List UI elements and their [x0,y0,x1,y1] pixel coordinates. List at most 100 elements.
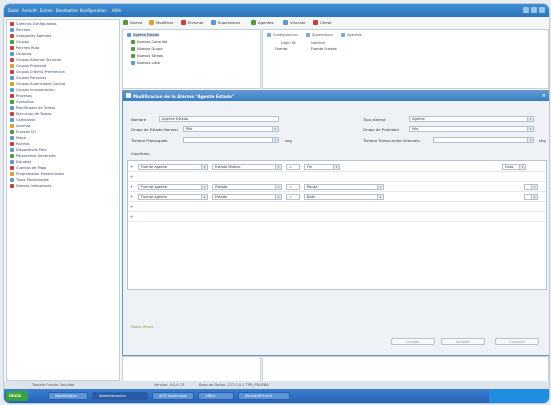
clear-button[interactable]: Limpiar [391,338,435,345]
taskbar-item[interactable]: Microsoft Excel [238,392,290,400]
close-button[interactable] [539,7,545,13]
sidebar-item[interactable]: Tipos Monitorados [10,178,49,182]
sidebar-item[interactable]: Alarmas [10,124,31,128]
menu-bearbeiten[interactable]: Bearbeiten [56,8,78,13]
name-input[interactable]: Agente Estado [159,116,279,122]
add-condition-icon[interactable]: + [130,184,133,189]
attribute-select[interactable]: Estado ▾ [212,194,282,200]
attribute-select[interactable]: Estado ▾ [212,184,282,190]
supervision-button[interactable]: Supervision [211,20,240,25]
menu-extras[interactable]: Extras [40,8,53,13]
field-select[interactable]: Fuente agente ▾ [138,184,208,190]
sidebar-item[interactable]: Usuarios [10,52,32,56]
add-condition-icon[interactable]: + [130,214,133,219]
value-select[interactable]: Pausa ▾ [304,184,384,190]
sidebar-item[interactable]: Programador Instalaciones [10,172,64,176]
menu-datei[interactable]: Datei [8,8,19,13]
dialog-close-icon[interactable]: × [542,93,546,99]
taskbar-item[interactable]: WorkStation [48,392,88,400]
row-select[interactable]: ▾ [524,184,538,190]
dialog-tabs[interactable]: Datos Filtros [131,325,153,329]
close-toolbar-button[interactable]: Cerrar [313,20,332,25]
sidebar-item[interactable]: Grupos Alarmas Tecnicas [10,58,61,62]
sidebar-item[interactable]: Puertos [10,142,30,146]
column-header-login[interactable]: Login ID [281,41,296,45]
add-condition-icon[interactable]: + [130,164,133,169]
attribute-select[interactable]: Estado Motivo ▾ [212,164,282,170]
sidebar-item[interactable]: Enlaces I/O [10,130,36,134]
link-button[interactable]: Vincular [283,20,305,25]
accept-button[interactable]: Aceptar [441,338,485,345]
add-condition-icon[interactable]: + [130,194,133,199]
group-select[interactable]: Mid ▾ [183,126,279,132]
sidebar-item[interactable]: Mapa [10,136,26,140]
elapsed-time-input[interactable]: ⇕ [433,137,534,143]
taskbar-item[interactable]: Administracion [92,392,148,400]
spinner-icon[interactable]: ⇕ [272,138,278,142]
delete-button[interactable]: Eliminar [181,20,204,25]
type-select[interactable]: Agente ▾ [409,116,534,122]
sidebar-item[interactable]: Nuevos Indicadores [10,184,51,188]
sidebar-item[interactable]: Caminos Configurados [10,22,57,26]
cancel-button[interactable]: Cancelar [495,338,539,345]
add-condition-icon[interactable]: + [130,174,133,179]
agents-tab[interactable]: Agentes [347,33,362,37]
taskbar-item[interactable]: ACD Supervisor [152,392,194,400]
sidebar-item[interactable]: Parches Ruta [10,46,39,50]
sidebar-item[interactable]: Grupos Prioridad [10,64,46,68]
sidebar-item[interactable]: Grupos Incorporacion [10,88,55,92]
sidebar-item[interactable]: Planificador de Tareas [10,106,55,110]
sidebar-item[interactable]: Parametros Generales [10,154,56,158]
system-tray[interactable] [489,389,549,403]
tree-item[interactable]: Agente Estado [127,33,160,37]
sidebar-item[interactable]: Grupos Personas [10,76,46,80]
menu-konfiguration[interactable]: Konfiguration [80,8,107,13]
new-button[interactable]: Nuevo [123,20,142,25]
chevron-down-icon: ▾ [275,165,281,169]
add-condition-icon[interactable]: + [130,204,133,209]
minimize-button[interactable] [523,7,529,13]
operator-select[interactable]: = [286,184,300,190]
sidebar-item[interactable]: Consultas [10,100,34,104]
sidebar-item[interactable]: Grupos [10,40,29,44]
modify-button[interactable]: Modificar [149,20,173,25]
sidebar-item[interactable]: Estudios [10,160,31,164]
sidebar-item[interactable]: Dispositivos Paro [10,148,47,152]
menu-ansicht[interactable]: Ansicht [22,8,37,13]
supervision-tab[interactable]: Supervision [312,33,333,37]
sidebar-item[interactable]: Calendario [10,118,35,122]
priority-group-select[interactable]: Mid ▾ [409,126,534,132]
time-input[interactable]: ⇕ [183,137,279,143]
tree-item[interactable]: Nuevos Listo [131,61,160,65]
start-button[interactable]: Inicio [6,391,28,401]
agents-button[interactable]: Agentes [251,20,274,25]
sidebar-item[interactable]: Cuentas de Pago [10,166,46,170]
sidebar-item[interactable]: Grupos Criterio Preferencia [10,70,65,74]
config-tab[interactable]: Configuracion [273,33,298,37]
status-select[interactable]: Listo ▾ [502,164,526,170]
column-header-name[interactable]: Nombre [311,41,325,45]
tree-item[interactable]: Nuevos Consulta [131,40,167,44]
operator-select[interactable]: = [286,194,300,200]
value-select[interactable]: Bath ▾ [304,194,384,200]
operator-select[interactable]: = [286,164,300,170]
menu-hilfe[interactable]: Hilfe [112,8,121,13]
sidebar-item-label: Grupos Personas [16,76,47,80]
maximize-button[interactable] [531,7,537,13]
chevron-down-icon: ▾ [201,195,207,199]
grid-cell-name[interactable]: Fuente Fuente [311,47,337,51]
sidebar-item[interactable]: Categorias Agentes [10,34,51,38]
grid-cell-login[interactable]: Fuente [275,47,287,51]
taskbar-item[interactable]: Office [198,392,234,400]
spinner-icon[interactable]: ⇕ [527,138,533,142]
value-select[interactable]: Fin ▾ [304,164,340,170]
sidebar-item[interactable]: Ejecucion de Tareas [10,112,51,116]
field-select[interactable]: Fuente agente ▾ [138,194,208,200]
field-select[interactable]: Fuente agente ▾ [138,164,208,170]
sidebar-item[interactable]: Grupos Autorizados Control [10,82,65,86]
tree-item[interactable]: Nuevos Grupo [131,47,163,51]
sidebar-item[interactable]: Parches [10,28,30,32]
row-select[interactable]: ▾ [524,194,538,200]
tree-item[interactable]: Nuevos Tareas [131,54,163,58]
sidebar-item[interactable]: Procesos [10,94,32,98]
